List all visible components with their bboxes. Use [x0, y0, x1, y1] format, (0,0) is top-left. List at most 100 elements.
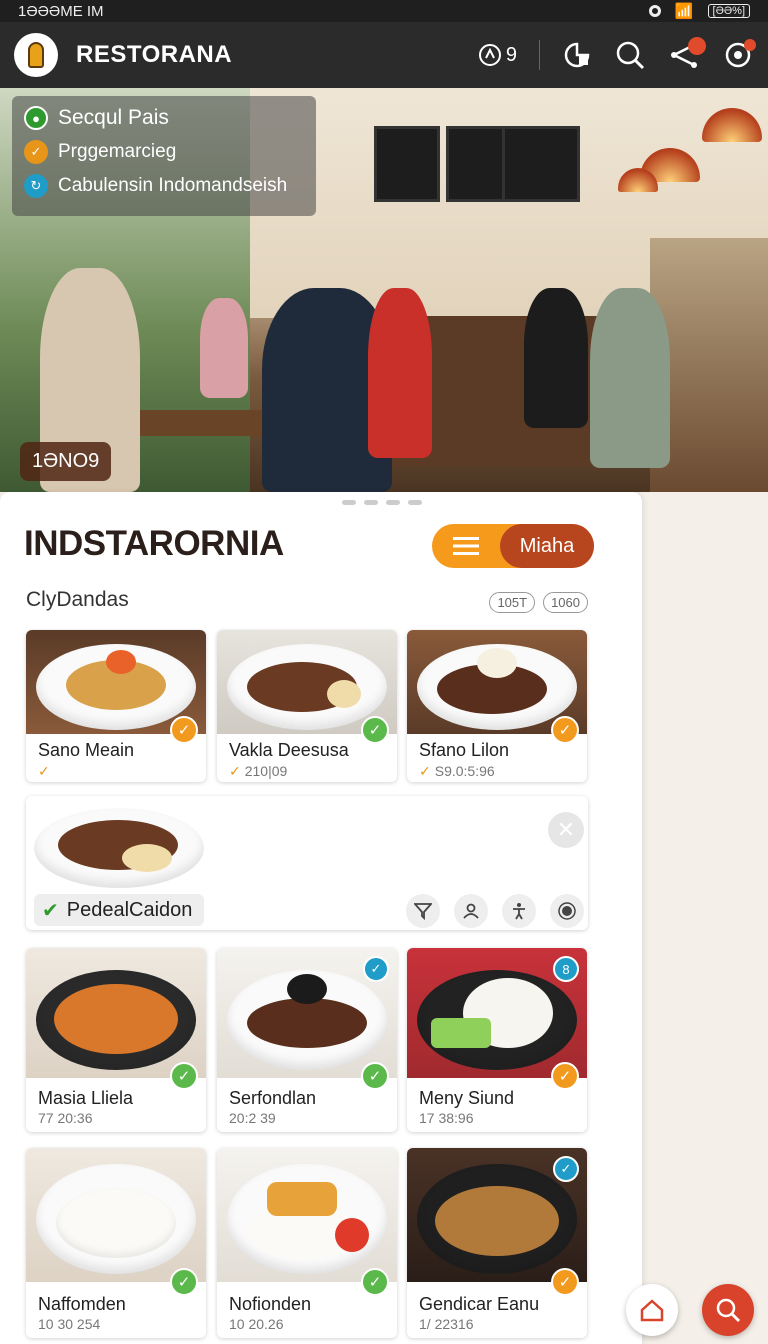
- dish-meta: ✓: [38, 763, 54, 780]
- garnish: [106, 650, 136, 674]
- garnish: [477, 648, 517, 678]
- check-icon: ✓: [551, 716, 579, 744]
- hero-info-row: ✓ Prggemarcieg: [24, 140, 304, 164]
- filter-button[interactable]: [406, 894, 440, 928]
- status-bar: 1ƏƏƏME IM 📶 [ƏƏ%]: [0, 0, 768, 22]
- edit-icon[interactable]: ✓: [553, 1156, 579, 1182]
- egg: [122, 844, 172, 872]
- record-button[interactable]: [550, 894, 584, 928]
- dish-card[interactable]: ✓ ✓ Gendicar Eanu 1/ 22316: [407, 1148, 587, 1338]
- check-icon: ✓: [170, 1268, 198, 1296]
- diner: [524, 288, 588, 428]
- battery-indicator: [ƏƏ%]: [707, 4, 750, 18]
- tomato: [335, 1218, 369, 1252]
- hero-info-card: ● Secqul Pais ✓ Prggemarcieg ↻ Cabulensi…: [12, 96, 316, 216]
- dish-image: [26, 948, 206, 1078]
- toggle-active-option[interactable]: Miaha: [500, 524, 594, 568]
- check-icon: ✓: [361, 716, 389, 744]
- sheet-title: INDSTARORNIA: [24, 524, 284, 563]
- dish-card[interactable]: ✓ Vakla Deesusa ✓ 210|09: [217, 630, 397, 782]
- app-title: RESTORANA: [76, 41, 233, 68]
- dish-card[interactable]: ✓ Nofionden 10 20.26: [217, 1148, 397, 1338]
- tick-icon: ✓: [419, 763, 431, 779]
- dish-image: [26, 1148, 206, 1282]
- grilled-meat: [247, 998, 367, 1048]
- filter-chip[interactable]: 1060: [543, 592, 588, 613]
- home-button[interactable]: [626, 1284, 678, 1336]
- featured-dish-card[interactable]: ✕ ✔ PedealCaidon: [26, 796, 588, 930]
- dish-time: 17 38:96: [419, 1110, 474, 1126]
- share-badge: [688, 37, 706, 55]
- featured-name: PedealCaidon: [66, 898, 193, 921]
- info-icon: ↻: [24, 174, 48, 198]
- filter-chips: 105T 1060: [489, 592, 588, 613]
- tick-icon: ✓: [229, 763, 241, 779]
- dish-meta: ✓ S9.0:5:96: [419, 763, 495, 780]
- diner: [590, 288, 670, 468]
- dish-time: 10 20.26: [229, 1316, 284, 1332]
- chart-button[interactable]: [562, 35, 592, 75]
- search-icon: [716, 1298, 741, 1323]
- logo-icon: [28, 42, 44, 68]
- share-button[interactable]: [668, 35, 706, 75]
- sheet-handle[interactable]: [342, 500, 422, 505]
- bell-icon: [478, 44, 501, 66]
- dish-card[interactable]: ✓ Sfano Lilon ✓ S9.0:5:96: [407, 630, 587, 782]
- dish-time: 210|09: [244, 763, 288, 779]
- check-icon: ✓: [361, 1062, 389, 1090]
- dish-card[interactable]: ✓ Sano Meain ✓: [26, 630, 206, 782]
- hero-info-title: Secqul Pais: [58, 106, 169, 129]
- dish-card[interactable]: ✓ Naffomden 10 30 254: [26, 1148, 206, 1338]
- close-button[interactable]: ✕: [548, 812, 584, 848]
- status-time: 1ƏƏƏME IM: [18, 2, 104, 20]
- record-icon: [558, 902, 576, 920]
- dish-card[interactable]: 8 ✓ Meny Siund 17 38:96: [407, 948, 587, 1132]
- search-button[interactable]: [614, 35, 646, 75]
- dish-meta: ✓ 210|09: [229, 763, 287, 780]
- location-icon: ●: [24, 106, 48, 130]
- notification-count: 9: [505, 43, 517, 66]
- search-fab[interactable]: [702, 1284, 754, 1336]
- diner: [200, 298, 248, 398]
- person-icon: [463, 903, 479, 919]
- dish-name: Masia Lliela: [38, 1088, 134, 1108]
- menu-board: [374, 126, 440, 202]
- app-logo[interactable]: [14, 33, 58, 77]
- settings-button[interactable]: [722, 35, 756, 75]
- check-icon: ✓: [24, 140, 48, 164]
- hero-info-line1: Prggemarcieg: [58, 141, 177, 162]
- cucumber: [431, 1018, 491, 1048]
- accessibility-button[interactable]: [502, 894, 536, 928]
- person-button[interactable]: [454, 894, 488, 928]
- menu-icon[interactable]: [432, 524, 500, 568]
- hero-info-row: ↻ Cabulensin Indomandseish: [24, 174, 304, 198]
- stir-fry: [435, 1186, 559, 1256]
- dish-card[interactable]: ✓ ✓ Serfondlan 20:2 39: [217, 948, 397, 1132]
- filter-icon: [414, 903, 432, 920]
- header-divider: [539, 40, 540, 70]
- hero-photo: ● Secqul Pais ✓ Prggemarcieg ↻ Cabulensi…: [0, 88, 768, 492]
- notifications-button[interactable]: 9: [478, 35, 517, 75]
- dish-name: Nofionden: [229, 1294, 312, 1314]
- hero-info-line2: Cabulensin Indomandseish: [58, 175, 288, 196]
- dish-time: 77 20:36: [38, 1110, 93, 1126]
- filter-chip[interactable]: 105T: [489, 592, 536, 613]
- check-icon: ✓: [551, 1268, 579, 1296]
- featured-dish-image: [32, 800, 208, 890]
- home-icon: [640, 1299, 664, 1322]
- check-icon: ✓: [551, 1062, 579, 1090]
- dish-time: S9.0:5:96: [434, 763, 495, 779]
- dish-card[interactable]: ✓ Masia Lliela 77 20:36: [26, 948, 206, 1132]
- status-icons: 📶 [ƏƏ%]: [648, 2, 750, 20]
- menu-board: [502, 126, 580, 202]
- dish-name: Vakla Deesusa: [229, 740, 349, 760]
- dish-time: 1/ 22316: [419, 1316, 474, 1332]
- bookmark-icon[interactable]: 8: [553, 956, 579, 982]
- dish-name: Naffomden: [38, 1294, 126, 1314]
- header-actions: 9: [478, 35, 756, 75]
- view-toggle[interactable]: Miaha: [432, 524, 594, 568]
- chart-icon: [564, 42, 590, 68]
- dish-time: 20:2 39: [229, 1110, 276, 1126]
- edit-icon[interactable]: ✓: [363, 956, 389, 982]
- check-icon: ✓: [170, 1062, 198, 1090]
